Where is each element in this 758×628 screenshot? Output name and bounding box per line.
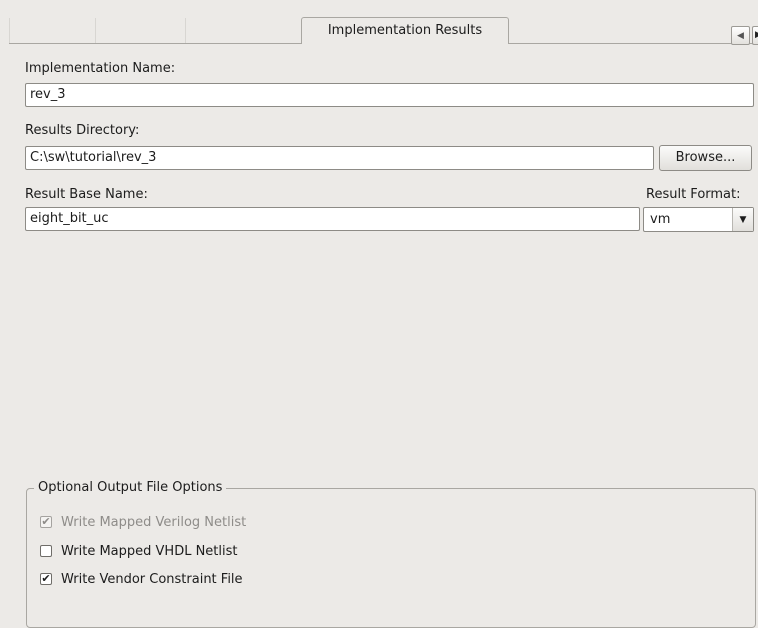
tab-hidden-1[interactable]	[95, 18, 96, 43]
result-base-name-input[interactable]: eight_bit_uc	[25, 207, 640, 231]
checkmark-icon: ✔	[41, 515, 51, 528]
browse-button[interactable]: Browse...	[659, 145, 752, 171]
tab-scroll-left-button[interactable]: ◀	[731, 26, 750, 45]
tab-hidden-2[interactable]	[185, 18, 186, 43]
tab-hidden-left[interactable]	[9, 18, 10, 43]
checkbox-label: Write Mapped Verilog Netlist	[61, 514, 247, 530]
chevron-down-icon[interactable]: ▼	[732, 208, 753, 231]
optional-output-title: Optional Output File Options	[34, 479, 227, 497]
implementation-name-input[interactable]: rev_3	[25, 83, 754, 107]
result-base-name-label: Result Base Name:	[25, 187, 148, 202]
result-format-select[interactable]: vm ▼	[643, 207, 754, 232]
checkbox-vendor-constraint[interactable]: ✔	[40, 573, 52, 585]
checkbox-label: Write Mapped VHDL Netlist	[61, 543, 238, 559]
option-write-mapped-verilog-netlist[interactable]: ✔ Write Mapped Verilog Netlist	[40, 512, 246, 532]
results-directory-label: Results Directory:	[25, 123, 140, 138]
triangle-left-icon: ◀	[737, 30, 744, 41]
checkbox-verilog-netlist[interactable]: ✔	[40, 516, 52, 528]
result-format-value: vm	[650, 212, 671, 227]
tab-scroll-right-button[interactable]: ▶	[752, 26, 758, 45]
checkbox-vhdl-netlist[interactable]	[40, 545, 52, 557]
implementation-name-label: Implementation Name:	[25, 61, 176, 76]
checkmark-icon: ✔	[41, 572, 51, 585]
tab-implementation-results[interactable]: Implementation Results	[301, 17, 509, 44]
results-directory-input[interactable]: C:\sw\tutorial\rev_3	[25, 146, 654, 170]
option-write-vendor-constraint-file[interactable]: ✔ Write Vendor Constraint File	[40, 569, 243, 589]
option-write-mapped-vhdl-netlist[interactable]: Write Mapped VHDL Netlist	[40, 541, 238, 561]
result-format-label: Result Format:	[646, 187, 741, 202]
dropdown-arrow-glyph: ▼	[739, 214, 747, 225]
checkbox-label: Write Vendor Constraint File	[61, 571, 243, 587]
